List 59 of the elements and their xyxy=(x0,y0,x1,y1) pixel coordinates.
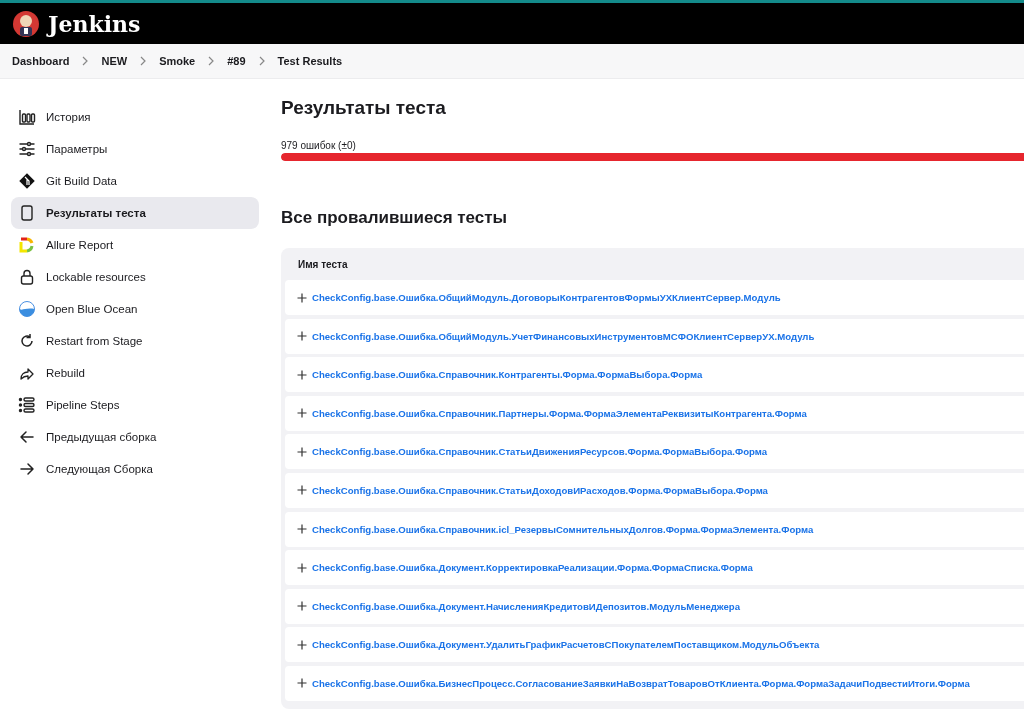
breadcrumb-link[interactable]: #89 xyxy=(227,55,246,67)
test-link[interactable]: CheckConfig.base.Ошибка.Документ.УдалитьГрафикРасчетовСПокупателемПоставщиком.МодульОбъекта xyxy=(312,639,820,651)
page-title: Результаты теста xyxy=(281,97,447,119)
sidebar-item[interactable]: Git Build Data xyxy=(11,165,259,197)
section-title: Все провалившиеся тесты xyxy=(281,208,509,228)
expand-plus-icon[interactable] xyxy=(297,446,307,457)
sidebar-item[interactable]: Rebuild xyxy=(11,357,259,389)
test-link[interactable]: CheckConfig.base.Ошибка.Справочник.СтатьиДоходовИРасходов.Форма.ФормаВыбора.Форма xyxy=(312,484,768,496)
breadcrumb-link[interactable]: Smoke xyxy=(159,55,196,67)
expand-plus-icon[interactable] xyxy=(297,292,307,303)
expand-plus-icon[interactable] xyxy=(297,601,307,612)
sidebar-item[interactable]: Restart from Stage xyxy=(11,325,259,357)
jenkins-title[interactable]: Jenkins xyxy=(48,10,141,37)
sidebar-item[interactable]: История xyxy=(11,101,259,133)
sidebar-item[interactable]: Open Blue Ocean xyxy=(11,293,259,325)
sidebar-item[interactable]: Lockable resources xyxy=(11,261,259,293)
butler-logo-icon xyxy=(12,9,40,38)
sliders-icon xyxy=(18,140,36,158)
expand-plus-icon[interactable] xyxy=(297,331,307,342)
test-link[interactable]: CheckConfig.base.Ошибка.Справочник.icl_РезервыСомнительныхДолгов.Форма.ФормаЭлемента.Форма xyxy=(312,523,814,535)
arrow-left-icon xyxy=(18,428,36,446)
test-link[interactable]: CheckConfig.base.Ошибка.ОбщийМодуль.ДоговорыКонтрагентовФормыУХКлиентСервер.Модуль xyxy=(312,292,781,303)
arrow-right-icon xyxy=(18,460,36,478)
test-link[interactable]: CheckConfig.base.Ошибка.Справочник.Контрагенты.Форма.ФормаВыбора.Форма xyxy=(312,369,703,381)
sidebar-item[interactable]: Следующая Сборка xyxy=(11,453,259,485)
expand-plus-icon[interactable] xyxy=(297,408,307,419)
sidebar-item[interactable]: Allure Report xyxy=(11,229,259,261)
expand-plus-icon[interactable] xyxy=(297,562,307,573)
test-link[interactable]: CheckConfig.base.Ошибка.Документ.КорректировкаРеализации.Форма.ФормаСписка.Форма xyxy=(312,562,753,574)
chevron-icon xyxy=(207,56,216,66)
test-link[interactable]: CheckConfig.base.Ошибка.Справочник.Партнеры.Форма.ФормаЭлементаРеквизитыКонтрагента.Форма xyxy=(312,407,807,419)
sidebar-item[interactable]: Параметры xyxy=(11,133,259,165)
failure-count: 979 ошибок (±0) xyxy=(281,140,357,151)
expand-plus-icon[interactable] xyxy=(297,485,307,496)
test-link[interactable]: CheckConfig.base.Ошибка.ОбщийМодуль.УчетФинансовыхИнструментовМСФОКлиентСерверУХ.Модуль xyxy=(312,330,815,342)
expand-plus-icon[interactable] xyxy=(297,639,307,650)
test-link[interactable]: CheckConfig.base.Ошибка.Документ.НачисленияКредитовИДепозитов.МодульМенеджера xyxy=(312,600,741,612)
expand-plus-icon[interactable] xyxy=(297,524,307,535)
clipboard-icon xyxy=(18,204,36,222)
sidebar-item[interactable]: Pipeline Steps xyxy=(11,389,259,421)
chevron-icon xyxy=(81,56,90,66)
list-steps-icon xyxy=(18,396,36,414)
water-circle-icon xyxy=(18,300,36,318)
test-link[interactable]: CheckConfig.base.Ошибка.БизнесПроцесс.СогласованиеЗаявкиНаВозвратТоваровОтКлиента.Форма.ФормаЗадачиПодвестиИтоги.Форма xyxy=(312,677,970,689)
column-header: Имя теста xyxy=(298,258,348,270)
sidebar-item[interactable]: Результаты теста xyxy=(11,197,259,229)
breadcrumb-link[interactable]: Test Results xyxy=(277,55,343,67)
sidebar-item[interactable]: Предыдущая сборка xyxy=(11,421,259,453)
expand-plus-icon[interactable] xyxy=(297,678,307,689)
expand-plus-icon[interactable] xyxy=(297,369,307,380)
report-logo-icon xyxy=(18,236,36,254)
test-link[interactable]: CheckConfig.base.Ошибка.Справочник.СтатьиДвиженияРесурсов.Форма.ФормаВыбора.Форма xyxy=(312,446,768,458)
lock-icon xyxy=(18,268,36,286)
breadcrumb-link[interactable]: NEW xyxy=(101,55,128,67)
chevron-icon xyxy=(139,56,148,66)
restart-icon xyxy=(18,332,36,350)
chevron-icon xyxy=(257,56,266,66)
bar-chart-icon xyxy=(18,108,36,126)
breadcrumb-link[interactable]: Dashboard xyxy=(12,55,70,67)
